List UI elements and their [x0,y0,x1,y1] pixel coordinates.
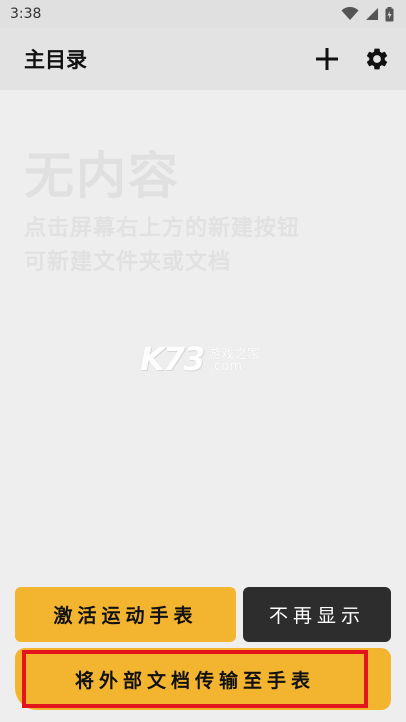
app-screen: 3:38 主目录 无内容 点击屏幕右上方的新建按钮 可新建文件夹或文档 K73 … [0,0,406,722]
transfer-documents-button[interactable]: 将外部文档传输至手表 [22,650,368,708]
add-button[interactable] [312,44,342,74]
settings-button[interactable] [362,44,392,74]
gear-icon [366,48,388,70]
status-bar: 3:38 [0,0,406,28]
signal-icon [365,7,379,21]
status-time: 3:38 [10,6,42,22]
add-icon [316,48,338,70]
transfer-button-container: 将外部文档传输至手表 [15,648,391,710]
watermark-logo: K73 [140,340,205,378]
status-icons [341,6,394,22]
dont-show-again-button[interactable]: 不再显示 [243,587,391,642]
battery-icon [385,6,394,22]
empty-state-line: 可新建文件夹或文档 [24,250,232,275]
activate-watch-button[interactable]: 激活运动手表 [15,587,236,642]
wifi-icon [341,7,359,21]
app-bar: 主目录 [0,28,406,90]
app-actions [312,44,392,74]
empty-state-title: 无内容 [24,147,180,205]
empty-state-description: 点击屏幕右上方的新建按钮 可新建文件夹或文档 [24,212,364,280]
page-title: 主目录 [24,48,87,72]
watermark: K73 游戏之家 .com [140,340,270,380]
empty-state-line: 点击屏幕右上方的新建按钮 [24,216,301,241]
watermark-domain: .com [210,359,242,374]
